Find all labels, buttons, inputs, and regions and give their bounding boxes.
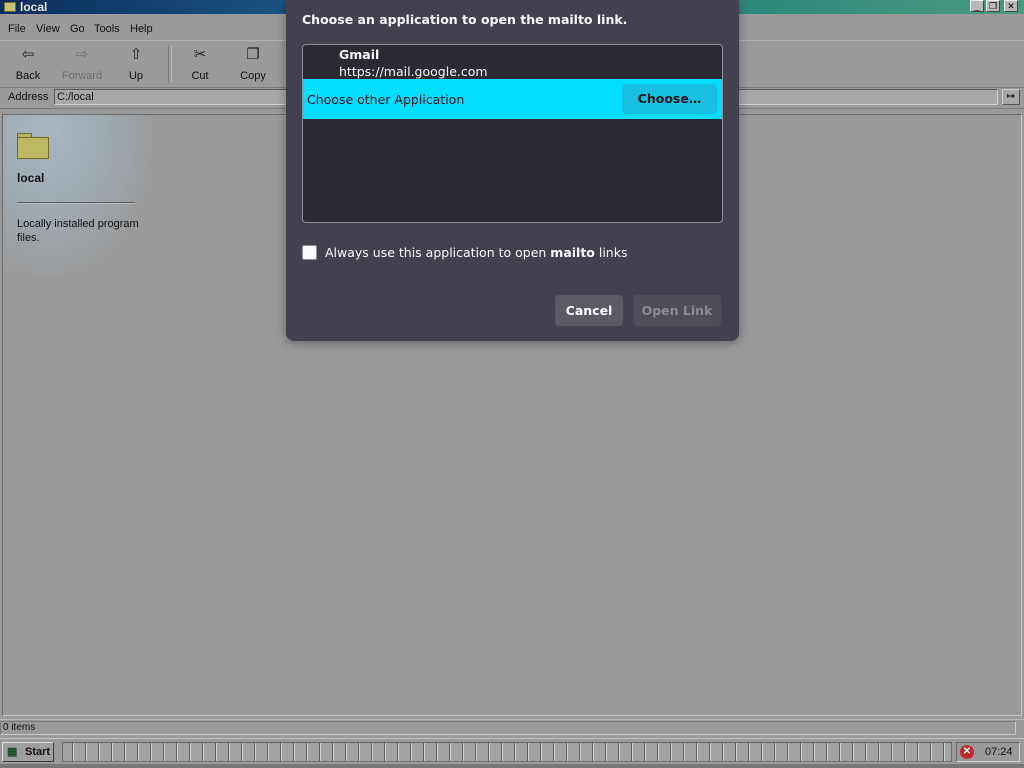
clock[interactable]: 07:24 [985, 746, 1013, 758]
taskbar: ▦ Start ✕ 07:24 [0, 738, 1024, 765]
divider [17, 202, 135, 204]
menu-view[interactable]: View [36, 23, 60, 35]
copy-label: Copy [240, 70, 266, 82]
cut-button[interactable]: ✂ Cut [174, 41, 226, 87]
minimize-button[interactable]: _ [970, 0, 984, 12]
menu-tools[interactable]: Tools [94, 23, 120, 35]
address-label: Address [8, 91, 49, 103]
dialog-title: Choose an application to open the mailto… [302, 12, 628, 27]
start-logo-icon: ▦ [7, 746, 18, 758]
copy-button[interactable]: ❐ Copy [227, 41, 279, 87]
app-name: Gmail [339, 47, 380, 62]
error-icon[interactable]: ✕ [960, 745, 974, 759]
up-label: Up [128, 70, 144, 82]
folder-description: Locally installed program files. [17, 218, 139, 244]
menu-file[interactable]: File [8, 23, 26, 35]
back-label: Back [15, 70, 41, 82]
status-text: 0 items [0, 721, 1016, 735]
menu-help[interactable]: Help [130, 23, 153, 35]
go-arrow-icon[interactable]: ↦ [1002, 89, 1020, 105]
close-button[interactable]: ✕ [1004, 0, 1018, 12]
menu-go[interactable]: Go [70, 23, 85, 35]
start-label: Start [25, 746, 51, 758]
window-title: local [20, 0, 48, 14]
arrow-left-icon: ⇦ [21, 46, 35, 63]
arrow-right-icon: ⇨ [75, 46, 89, 63]
task-button-strip[interactable] [62, 742, 952, 762]
folder-up-icon: ⇧ [129, 46, 143, 63]
toolbar-separator [168, 45, 172, 83]
open-mailto-dialog: Choose an application to open the mailto… [286, 0, 739, 341]
always-use-label: Always use this application to open mail… [325, 245, 628, 260]
folder-name: local [17, 171, 45, 185]
web-view-panel: local Locally installed program files. [3, 115, 153, 275]
cut-label: Cut [191, 70, 209, 82]
cancel-button[interactable]: Cancel [555, 295, 623, 326]
restore-button[interactable]: ❐ [986, 0, 1000, 12]
large-folder-icon [17, 133, 49, 159]
scissors-icon: ✂ [193, 46, 207, 63]
status-bar: 0 items [0, 719, 1024, 736]
open-link-button[interactable]: Open Link [633, 295, 721, 326]
app-url: https://mail.google.com [339, 64, 488, 79]
forward-label: Forward [61, 70, 103, 82]
folder-icon [4, 2, 16, 12]
system-tray: ✕ 07:24 [956, 742, 1020, 762]
copy-icon: ❐ [246, 46, 260, 63]
screen-bottom-edge [0, 764, 1024, 768]
application-list[interactable]: Gmail https://mail.google.com Choose oth… [302, 44, 723, 223]
choose-button[interactable]: Choose… [622, 84, 717, 114]
always-use-checkbox[interactable] [302, 245, 317, 260]
choose-other-application-row[interactable]: Choose other Application Choose… [303, 79, 722, 119]
start-button[interactable]: ▦ Start [2, 742, 54, 762]
choose-other-label: Choose other Application [307, 92, 465, 107]
forward-button[interactable]: ⇨ Forward [56, 41, 108, 87]
app-item-gmail[interactable]: Gmail https://mail.google.com [303, 45, 722, 79]
up-button[interactable]: ⇧ Up [110, 41, 162, 87]
back-button[interactable]: ⇦ Back [2, 41, 54, 87]
